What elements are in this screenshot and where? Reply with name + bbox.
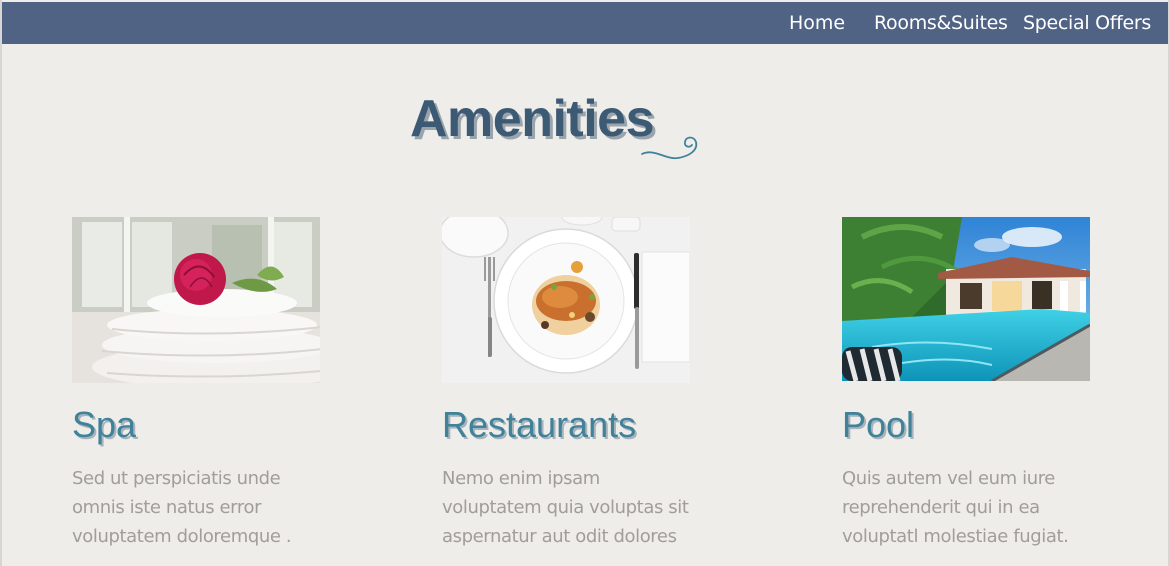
restaurants-description-line: voluptatem quia voluptas sit bbox=[442, 497, 689, 518]
nav-home-link[interactable]: Home bbox=[789, 12, 845, 34]
pool-title: Pool bbox=[842, 404, 915, 445]
page: Home Rooms&Suites Special Offers Ameniti… bbox=[0, 0, 1170, 566]
spa-description-line: omnis iste natus error bbox=[72, 497, 262, 518]
spa-image bbox=[72, 217, 320, 383]
swirl-ornament-icon bbox=[641, 136, 698, 160]
spa-title: Spa bbox=[72, 404, 137, 445]
restaurant-image bbox=[442, 217, 690, 383]
restaurants-description-line: aspernatur aut odit dolores bbox=[442, 526, 677, 547]
restaurants-description: Nemo enim ipsam voluptatem quia voluptas… bbox=[442, 464, 712, 551]
pool-image bbox=[842, 217, 1090, 381]
restaurants-title: Restaurants bbox=[442, 404, 637, 445]
spa-description-line: Sed ut perspiciatis unde bbox=[72, 468, 281, 489]
top-navbar: Home Rooms&Suites Special Offers bbox=[2, 2, 1168, 44]
section-title: Amenities bbox=[410, 90, 655, 148]
spa-description-line: voluptatem doloremque . bbox=[72, 526, 292, 547]
nav-special-offers-link[interactable]: Special Offers bbox=[1023, 12, 1151, 34]
pool-description: Quis autem vel eum iure reprehenderit qu… bbox=[842, 464, 1112, 551]
nav-rooms-suites-link[interactable]: Rooms&Suites bbox=[874, 12, 1008, 34]
spa-description: Sed ut perspiciatis unde omnis iste natu… bbox=[72, 464, 342, 551]
restaurants-description-line: Nemo enim ipsam bbox=[442, 468, 600, 489]
pool-description-line: Quis autem vel eum iure bbox=[842, 468, 1055, 489]
pool-description-line: voluptatl molestiae fugiat. bbox=[842, 526, 1069, 547]
pool-description-line: reprehenderit qui in ea bbox=[842, 497, 1040, 518]
